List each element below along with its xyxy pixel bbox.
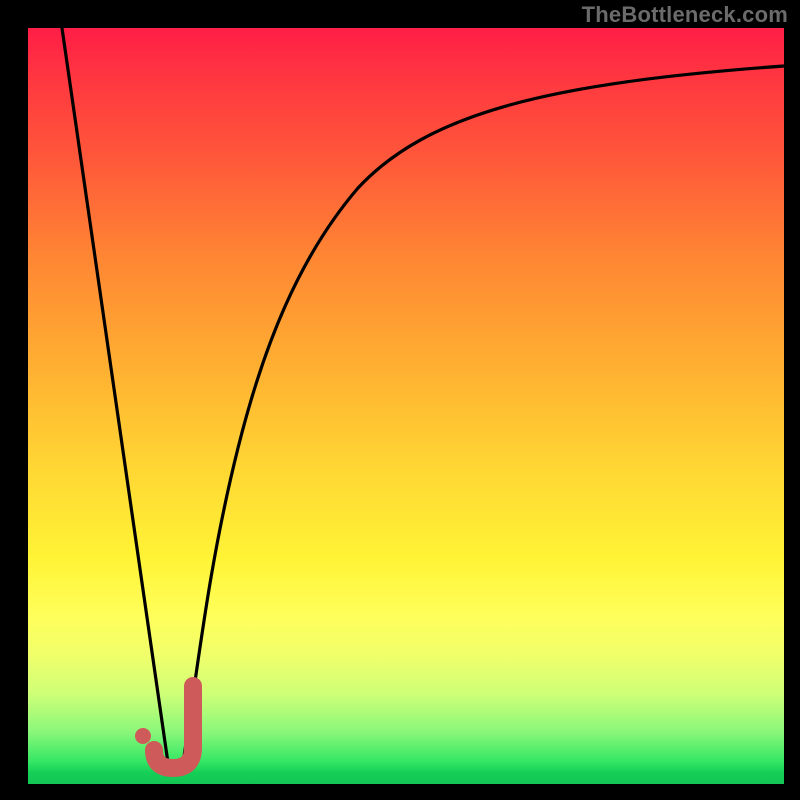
descent-curve — [62, 28, 168, 763]
chart-container: TheBottleneck.com — [0, 0, 800, 800]
j-marker — [154, 686, 193, 768]
curve-layer — [28, 28, 784, 784]
rise-curve — [183, 66, 784, 763]
attribution-text: TheBottleneck.com — [582, 2, 788, 28]
dot-marker — [135, 728, 151, 744]
plot-area — [28, 28, 784, 784]
